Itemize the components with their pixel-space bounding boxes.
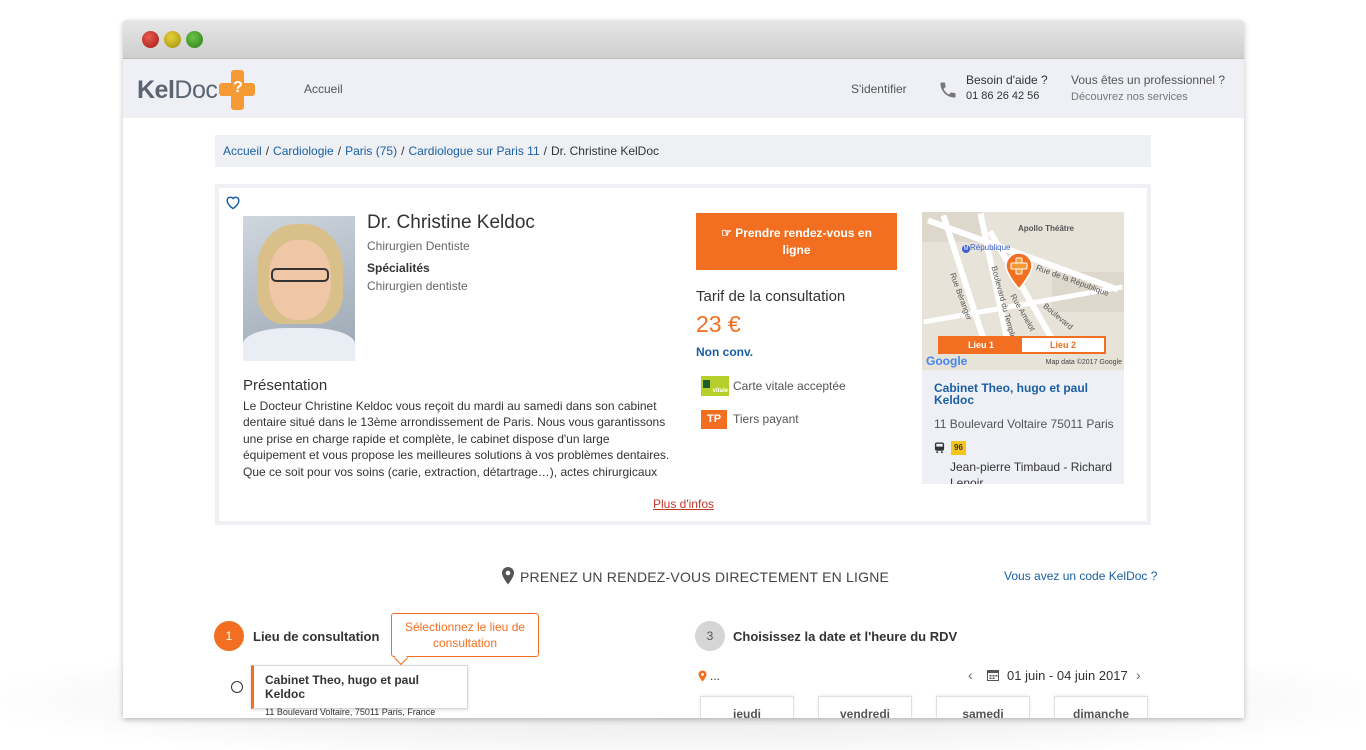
tiers-payant-icon: TP — [701, 410, 727, 429]
doctor-name: Dr. Christine Keldoc — [367, 212, 535, 233]
more-info-link[interactable]: Plus d'infos — [653, 497, 714, 511]
place-address: 11 Boulevard Voltaire 75011 Paris — [934, 417, 1114, 431]
specialty-value: Chirurgien dentiste — [367, 279, 468, 293]
doctor-title: Chirurgien Dentiste — [367, 239, 470, 253]
presentation-text: Le Docteur Christine Keldoc vous reçoit … — [243, 399, 670, 479]
consultation-price: 23 € — [696, 311, 741, 337]
location-map[interactable]: Apollo Théâtre M République Rue de la Rép… — [922, 212, 1124, 370]
breadcrumb-cardiologie[interactable]: Cardiologie — [273, 144, 334, 158]
step-1-badge: 1 — [214, 621, 244, 651]
breadcrumb-current: Dr. Christine KelDoc — [550, 144, 660, 158]
chevron-left-icon[interactable]: ‹ — [968, 667, 973, 683]
bus-stop-name: Jean-pierre Timbaud - Richard Lenoir — [950, 460, 1113, 484]
breadcrumb-paris[interactable]: Paris (75) — [345, 144, 397, 158]
window-maximize-button[interactable] — [186, 31, 203, 48]
pro-services-link[interactable]: Découvrez nos services — [1071, 91, 1188, 103]
doctor-profile-card: Dr. Christine Keldoc Chirurgien Dentiste… — [215, 184, 1151, 525]
window-close-button[interactable] — [142, 31, 159, 48]
browser-window: KelDoc ? Accueil S'identifier Besoin d'a… — [123, 20, 1244, 718]
window-minimize-button[interactable] — [164, 31, 181, 48]
day-column-vendredi[interactable]: vendredi — [818, 696, 912, 718]
map-label-apollo: Apollo Théâtre — [1018, 224, 1075, 233]
map-tab-lieu-2[interactable]: Lieu 2 — [1022, 338, 1104, 352]
keldoc-logo[interactable]: KelDoc ? — [137, 70, 256, 110]
carte-vitale-label: Carte vitale acceptée — [733, 379, 846, 393]
calendar-icon — [987, 670, 999, 681]
step-1-title: Lieu de consultation — [253, 629, 380, 644]
bus-line-badge: 96 — [951, 441, 966, 455]
login-link[interactable]: S'identifier — [851, 82, 907, 96]
step-3-badge: 3 — [695, 621, 725, 651]
book-appointment-button[interactable]: ☞ Prendre rendez-vous en ligne — [696, 213, 897, 270]
breadcrumb-home[interactable]: Accueil — [223, 144, 262, 158]
help-phone-number[interactable]: 01 86 26 42 56 — [966, 90, 1039, 102]
breadcrumb: Accueil / Cardiologie / Paris (75) / Cardiolog… — [215, 135, 1151, 167]
map-attribution: Map data ©2017 Google — [1045, 359, 1122, 366]
hand-pointer-icon: ☞ — [721, 226, 736, 240]
chevron-right-icon[interactable]: › — [1136, 667, 1141, 683]
heart-icon[interactable] — [224, 194, 242, 210]
map-location-tabs: Lieu 1 Lieu 2 — [938, 336, 1106, 354]
location-option-name: Cabinet Theo, hugo et paul Keldoc — [265, 673, 419, 701]
day-column-jeudi[interactable]: jeudi — [700, 696, 794, 718]
pro-title[interactable]: Vous êtes un professionnel ? — [1071, 73, 1225, 87]
place-name[interactable]: Cabinet Theo, hugo et paul Keldoc — [934, 382, 1114, 406]
keldoc-code-link[interactable]: Vous avez un code KelDoc ? — [1004, 569, 1157, 583]
location-option-address: 11 Boulevard Voltaire, 75011 Paris, Fran… — [265, 707, 436, 717]
day-column-dimanche[interactable]: dimanche — [1054, 696, 1148, 718]
specialties-label: Spécialités — [367, 261, 430, 275]
select-location-tooltip: Sélectionnez le lieu de consultation — [391, 613, 539, 666]
step-3-title: Choisissez la date et l'heure du RDV — [733, 629, 958, 644]
selected-location-text: ... — [710, 669, 721, 683]
window-titlebar — [123, 20, 1244, 59]
help-title: Besoin d'aide ? — [966, 73, 1048, 87]
map-pin-icon — [502, 567, 514, 585]
carte-vitale-icon: vitale — [701, 376, 729, 396]
location-option-card[interactable]: Cabinet Theo, hugo et paul Keldoc 11 Bou… — [251, 665, 468, 717]
doctor-photo — [243, 216, 355, 361]
location-pin-icon — [698, 670, 707, 682]
convention-status: Non conv. — [696, 345, 754, 359]
bus-icon — [934, 442, 945, 453]
map-marker-icon[interactable] — [1004, 252, 1034, 290]
day-column-samedi[interactable]: samedi — [936, 696, 1030, 718]
date-range-label: 01 juin - 04 juin 2017 — [1007, 668, 1128, 683]
logo-text: KelDoc — [137, 75, 218, 104]
map-tab-lieu-1[interactable]: Lieu 1 — [940, 338, 1022, 352]
place-info-panel: Cabinet Theo, hugo et paul Keldoc 11 Bou… — [922, 370, 1124, 484]
nav-home-link[interactable]: Accueil — [304, 82, 343, 96]
booking-section-title: PRENEZ UN RENDEZ-VOUS DIRECTEMENT EN LIG… — [520, 569, 890, 585]
breadcrumb-cardiologue-paris-11[interactable]: Cardiologue sur Paris 11 — [408, 144, 539, 158]
presentation-title: Présentation — [243, 377, 328, 394]
tiers-payant-label: Tiers payant — [733, 412, 799, 426]
google-logo: Google — [926, 354, 968, 368]
logo-cross-icon: ? — [219, 70, 256, 110]
location-radio[interactable] — [231, 681, 243, 693]
tarif-title: Tarif de la consultation — [696, 288, 846, 305]
site-header: KelDoc ? Accueil S'identifier Besoin d'a… — [123, 59, 1244, 118]
phone-icon — [940, 82, 956, 98]
